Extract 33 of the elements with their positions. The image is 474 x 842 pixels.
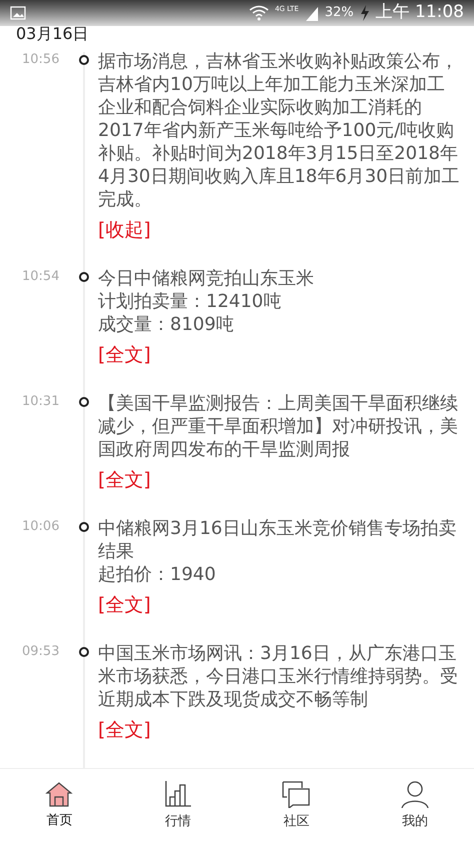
news-text: 中国玉米市场网讯：3月16日，从广东港口玉米市场获悉，今日港口玉米行情维持弱势。受近期成本下跌及现货成交不畅等制 — [98, 642, 459, 711]
toggle-link[interactable]: [全文] — [98, 592, 151, 618]
nav-tab[interactable]: 行情 — [118, 769, 237, 842]
toggle-link[interactable]: [收起] — [98, 217, 151, 243]
toggle-link[interactable]: [全文] — [98, 342, 151, 368]
toggle-link[interactable]: [全文] — [98, 717, 151, 743]
news-text: 中储粮网3月16日山东玉米竞价销售专场拍卖结果 — [98, 517, 458, 563]
news-text: 计划拍卖量：12410吨 — [98, 290, 282, 313]
toggle-link[interactable]: [全文] — [98, 467, 151, 493]
wifi-icon — [248, 5, 269, 21]
home-icon — [45, 780, 74, 807]
nav-tab[interactable]: 首页 — [0, 769, 118, 842]
news-time: 10:56 — [21, 51, 60, 69]
news-text: 【美国干旱监测报告：上周美国干旱面积继续减少，但严重干旱面积增加】对冲研投讯，美国政府周四发布的干旱监测周报 — [98, 392, 459, 461]
news-time: 10:54 — [21, 268, 60, 286]
chat-bubbles-icon — [282, 780, 310, 808]
news-text: 成交量：8109吨 — [98, 313, 235, 336]
news-text: 据市场消息，吉林省玉米收购补贴政策公布，吉林省内10万吨以上年加工能力玉米深加工企业和配合饲料企业实际收购加工消耗的2017年省内新产玉米每吨给予100元/吨收购补贴。补贴时间为2018年3月15日至2018年4月30日期间收购入库且18年6月30日前加工完成。 — [98, 50, 460, 211]
news-time: 10:06 — [21, 518, 60, 536]
news-time: 09:53 — [21, 643, 60, 661]
nav-tab[interactable]: 我的 — [356, 769, 474, 842]
person-icon — [400, 780, 429, 808]
battery-percent: 32% — [324, 4, 354, 22]
signal-icon — [304, 5, 319, 21]
bar-chart-icon — [164, 780, 192, 808]
image-icon — [10, 6, 26, 20]
news-time: 10:31 — [21, 393, 60, 411]
charging-icon — [360, 5, 370, 21]
nav-tab[interactable]: 社区 — [237, 769, 356, 842]
date-heading: 03月16日 — [16, 26, 89, 45]
clock: 上午 11:08 — [376, 1, 464, 24]
news-text: 起拍价：1940 — [98, 563, 217, 586]
news-text: 今日中储粮网竞拍山东玉米 — [98, 267, 315, 290]
